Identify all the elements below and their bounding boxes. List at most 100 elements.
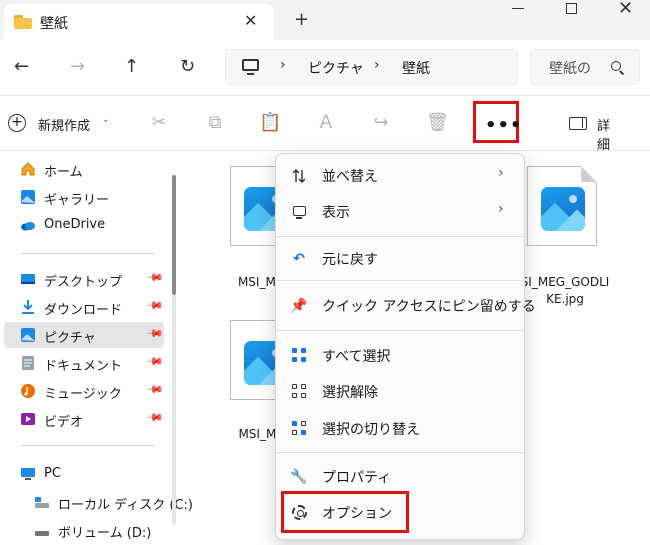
sidebar-item-label: ギャラリー bbox=[44, 193, 110, 208]
menu-item-label: プロパティ bbox=[322, 470, 392, 486]
sidebar-item-gallery[interactable]: ギャラリー bbox=[4, 184, 164, 210]
menu-item-label: 選択解除 bbox=[322, 385, 378, 401]
monitor-icon bbox=[242, 59, 259, 75]
up-button[interactable]: ↑ bbox=[124, 56, 139, 77]
menu-item-label: クイック アクセスにピン留めする bbox=[322, 299, 536, 315]
search-input[interactable]: 壁紙の bbox=[530, 49, 640, 85]
sidebar-item-label: デスクトップ bbox=[44, 275, 123, 290]
sidebar-item-label: ダウンロード bbox=[44, 303, 123, 318]
video-icon bbox=[21, 413, 35, 425]
sidebar-item-onedrive[interactable]: OneDrive bbox=[4, 212, 164, 238]
menu-item-sort[interactable]: 並べ替え › bbox=[280, 158, 520, 192]
chevron-right-icon: › bbox=[280, 57, 286, 73]
breadcrumb-pictures[interactable]: ピクチャ bbox=[308, 58, 364, 78]
delete-icon[interactable]: 🗑 bbox=[426, 112, 449, 134]
maximize-button[interactable] bbox=[566, 3, 577, 14]
new-tab-button[interactable]: + bbox=[294, 9, 309, 30]
paste-icon[interactable]: 📋 bbox=[259, 112, 281, 134]
sidebar-item-downloads[interactable]: ダウンロード 📌 bbox=[4, 294, 164, 320]
pin-icon[interactable]: 📌 bbox=[145, 268, 164, 287]
wrench-icon: 🔧 bbox=[290, 469, 308, 485]
options-highlight-box bbox=[281, 491, 409, 533]
pin-icon[interactable]: 📌 bbox=[145, 352, 164, 371]
menu-item-properties[interactable]: 🔧 プロパティ bbox=[280, 459, 520, 493]
menu-item-label: 表示 bbox=[322, 205, 350, 221]
menu-item-label: 選択の切り替え bbox=[322, 422, 420, 438]
pin-icon[interactable]: 📌 bbox=[145, 380, 164, 399]
view-icon bbox=[293, 206, 306, 219]
details-label: 詳細 bbox=[597, 119, 611, 153]
chevron-right-icon: › bbox=[498, 201, 504, 217]
sidebar-item-label: ボリューム (D:) bbox=[58, 526, 152, 541]
search-placeholder: 壁紙の bbox=[549, 61, 591, 77]
address-box[interactable]: › ピクチャ › 壁紙 bbox=[225, 49, 518, 85]
sidebar-item-videos[interactable]: ビデオ 📌 bbox=[4, 406, 164, 432]
sidebar-item-label: ビデオ bbox=[44, 415, 84, 430]
forward-button[interactable]: → bbox=[70, 56, 85, 77]
invert-selection-icon bbox=[292, 421, 308, 437]
sidebar-item-desktop[interactable]: デスクトップ 📌 bbox=[4, 266, 164, 292]
rename-icon[interactable]: Ａ bbox=[315, 112, 337, 134]
minimize-button[interactable] bbox=[512, 0, 526, 16]
file-thumbnail bbox=[527, 166, 597, 246]
menu-item-pin-to-quick-access[interactable]: 📌 クイック アクセスにピン留めする bbox=[280, 288, 535, 322]
sidebar-item-label: ピクチャ bbox=[44, 331, 96, 346]
undo-icon: ↶ bbox=[293, 251, 305, 267]
window-close-button[interactable]: ✕ bbox=[618, 0, 633, 19]
pc-icon bbox=[21, 468, 35, 480]
address-bar-row: ← → ↑ ↻ › ピクチャ › 壁紙 壁紙の bbox=[0, 40, 650, 96]
see-more-menu: 並べ替え › 表示 › ↶ 元に戻す 📌 クイック アクセスにピン留めする すべ… bbox=[275, 153, 536, 540]
more-options-icon: ••• bbox=[485, 115, 523, 136]
menu-separator bbox=[276, 452, 524, 453]
cut-icon[interactable]: ✂ bbox=[148, 112, 170, 134]
menu-item-view[interactable]: 表示 › bbox=[280, 194, 520, 228]
sidebar-item-label: PC bbox=[44, 466, 61, 481]
search-icon bbox=[611, 61, 621, 71]
navigation-pane: ホーム ギャラリー OneDrive デスクトップ 📌 ダウンロード 📌 ピクチ… bbox=[0, 152, 193, 545]
pin-icon[interactable]: 📌 bbox=[145, 324, 164, 343]
plus-circle-icon: + bbox=[8, 114, 26, 132]
download-icon bbox=[22, 300, 34, 314]
sidebar-scrollbar-thumb[interactable] bbox=[172, 175, 176, 295]
chevron-down-icon: ⌄ bbox=[102, 115, 110, 125]
breadcrumb-wallpaper[interactable]: 壁紙 bbox=[402, 58, 430, 78]
desktop-icon bbox=[21, 274, 35, 284]
tab-close-button[interactable]: ✕ bbox=[244, 11, 257, 30]
pin-icon[interactable]: 📌 bbox=[145, 296, 164, 315]
gallery-icon bbox=[21, 190, 35, 204]
music-icon bbox=[21, 384, 35, 398]
refresh-button[interactable]: ↻ bbox=[180, 56, 195, 77]
pictures-icon bbox=[21, 328, 35, 342]
sidebar-item-label: ドキュメント bbox=[44, 359, 123, 374]
onedrive-icon bbox=[21, 222, 35, 231]
sidebar-item-volume-d[interactable]: ボリューム (D:) bbox=[18, 517, 178, 543]
pin-icon[interactable]: 📌 bbox=[145, 408, 164, 427]
drive-icon bbox=[35, 497, 49, 508]
menu-item-select-none[interactable]: 選択解除 bbox=[280, 374, 520, 408]
menu-item-undo[interactable]: ↶ 元に戻す bbox=[280, 241, 520, 275]
menu-separator bbox=[276, 280, 524, 281]
image-file-icon bbox=[541, 187, 585, 231]
copy-icon[interactable]: ⧉ bbox=[204, 112, 226, 134]
back-button[interactable]: ← bbox=[14, 56, 29, 77]
documents-icon bbox=[22, 356, 34, 370]
sidebar-item-music[interactable]: ミュージック 📌 bbox=[4, 378, 164, 404]
menu-item-select-all[interactable]: すべて選択 bbox=[280, 338, 520, 372]
sidebar-item-documents[interactable]: ドキュメント 📌 bbox=[4, 350, 164, 376]
new-button-label: 新規作成 bbox=[38, 119, 91, 134]
menu-item-label: 元に戻す bbox=[322, 252, 378, 268]
sidebar-item-local-disk-c[interactable]: ローカル ディスク (C:) bbox=[18, 489, 193, 515]
menu-item-invert-selection[interactable]: 選択の切り替え bbox=[280, 411, 520, 445]
tab-title: 壁紙 bbox=[40, 16, 68, 32]
share-icon[interactable]: ↪ bbox=[370, 112, 392, 134]
menu-item-label: 並べ替え bbox=[322, 169, 378, 185]
tab-wallpaper[interactable]: 壁紙 ✕ bbox=[4, 4, 274, 40]
see-more-button[interactable]: ••• bbox=[473, 101, 522, 143]
title-bar: 壁紙 ✕ + ✕ bbox=[0, 0, 650, 40]
home-icon bbox=[21, 162, 35, 176]
menu-separator bbox=[276, 236, 524, 237]
sidebar-item-pc[interactable]: PC bbox=[4, 461, 164, 487]
sidebar-item-pictures[interactable]: ピクチャ 📌 bbox=[4, 322, 164, 348]
sidebar-item-home[interactable]: ホーム bbox=[4, 156, 164, 182]
select-none-icon bbox=[292, 384, 308, 400]
